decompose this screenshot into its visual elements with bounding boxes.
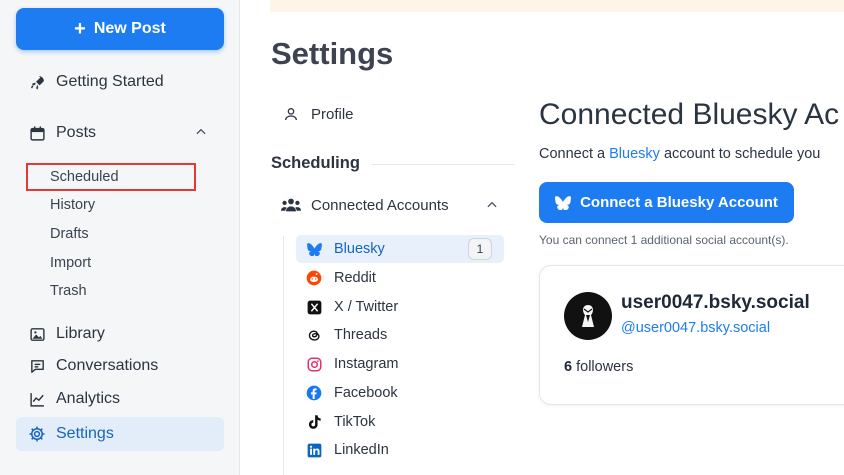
image-icon <box>26 323 48 345</box>
account-bluesky[interactable]: Bluesky 1 <box>296 235 504 263</box>
bluesky-icon <box>555 195 572 210</box>
connected-accounts-description: Connect a Bluesky account to schedule yo… <box>539 146 820 162</box>
gear-icon <box>26 423 48 445</box>
page-title: Settings <box>271 36 394 71</box>
connected-accounts-heading: Connected Bluesky Ac <box>539 98 840 131</box>
nav-analytics[interactable]: Analytics <box>16 382 224 416</box>
settings-profile-label: Profile <box>311 105 354 123</box>
plus-icon: + <box>74 18 86 40</box>
tiktok-icon <box>306 414 322 430</box>
sub-item-import[interactable]: Import <box>50 252 91 274</box>
connect-bluesky-label: Connect a Bluesky Account <box>580 194 778 211</box>
sub-item-history[interactable]: History <box>50 194 95 216</box>
bluesky-link[interactable]: Bluesky <box>609 146 660 162</box>
calendar-icon <box>26 122 48 144</box>
nav-library[interactable]: Library <box>16 317 224 351</box>
account-limit-hint: You can connect 1 additional social acco… <box>539 233 789 247</box>
bluesky-icon <box>306 241 322 257</box>
account-threads-label: Threads <box>334 327 388 343</box>
account-tiktok-label: TikTok <box>334 414 376 430</box>
settings-connected-accounts[interactable]: Connected Accounts <box>281 193 503 217</box>
nav-conversations[interactable]: Conversations <box>16 349 224 383</box>
threads-icon <box>306 327 322 343</box>
chart-line-icon <box>26 388 48 410</box>
user-icon <box>283 106 299 122</box>
new-post-label: New Post <box>93 20 166 37</box>
account-threads[interactable]: Threads <box>296 321 504 349</box>
account-x-twitter-label: X / Twitter <box>334 299 399 315</box>
account-reddit[interactable]: Reddit <box>296 264 504 292</box>
users-icon <box>281 197 301 213</box>
chat-icon <box>26 355 48 377</box>
account-facebook-label: Facebook <box>334 385 398 401</box>
sub-item-drafts[interactable]: Drafts <box>50 223 89 245</box>
account-handle-link[interactable]: @user0047.bsky.social <box>621 320 770 336</box>
sub-item-trash[interactable]: Trash <box>50 280 87 302</box>
nav-settings[interactable]: Settings <box>16 417 224 451</box>
reddit-icon <box>306 270 322 286</box>
nav-posts[interactable]: Posts <box>16 116 224 150</box>
top-notice-bar <box>270 0 844 12</box>
chevron-up-icon[interactable] <box>485 198 499 216</box>
connect-bluesky-button[interactable]: Connect a Bluesky Account <box>539 182 794 223</box>
chevron-up-icon[interactable] <box>194 125 208 144</box>
account-count-badge: 1 <box>468 238 492 260</box>
highlight-box <box>26 163 196 191</box>
section-divider <box>372 164 514 165</box>
x-twitter-icon <box>306 299 322 315</box>
facebook-icon <box>306 385 322 401</box>
account-instagram-label: Instagram <box>334 356 399 372</box>
nav-settings-label: Settings <box>56 425 114 442</box>
nav-analytics-label: Analytics <box>56 390 121 407</box>
nav-posts-label: Posts <box>56 124 97 141</box>
nav-getting-started-label: Getting Started <box>56 73 164 90</box>
nav-getting-started[interactable]: Getting Started <box>16 65 224 99</box>
account-linkedin[interactable]: LinkedIn <box>296 436 504 464</box>
nav-library-label: Library <box>56 325 105 342</box>
account-reddit-label: Reddit <box>334 270 376 286</box>
accounts-tree-line <box>283 236 284 475</box>
description-text-end: account to schedule you <box>659 146 821 162</box>
new-post-button[interactable]: + New Post <box>16 8 224 50</box>
account-display-name: user0047.bsky.social <box>621 292 810 313</box>
settings-connected-accounts-label: Connected Accounts <box>311 196 449 214</box>
followers-number: 6 <box>564 359 573 375</box>
settings-profile[interactable]: Profile <box>283 103 354 125</box>
account-bluesky-label: Bluesky <box>334 241 385 257</box>
rocket-icon <box>26 71 48 93</box>
scheduling-heading: Scheduling <box>271 154 360 172</box>
avatar <box>564 292 612 340</box>
linkedin-icon <box>306 442 322 458</box>
sidebar: + New Post Getting Started Posts Schedul… <box>0 0 240 475</box>
account-x-twitter[interactable]: X / Twitter <box>296 293 504 321</box>
account-facebook[interactable]: Facebook <box>296 379 504 407</box>
description-text-start: Connect a <box>539 146 610 162</box>
account-linkedin-label: LinkedIn <box>334 442 389 458</box>
followers-count: 6 followers <box>564 359 633 375</box>
instagram-icon <box>306 356 322 372</box>
nav-conversations-label: Conversations <box>56 357 159 374</box>
followers-label: followers <box>572 359 634 375</box>
account-tiktok[interactable]: TikTok <box>296 408 504 436</box>
account-instagram[interactable]: Instagram <box>296 350 504 378</box>
